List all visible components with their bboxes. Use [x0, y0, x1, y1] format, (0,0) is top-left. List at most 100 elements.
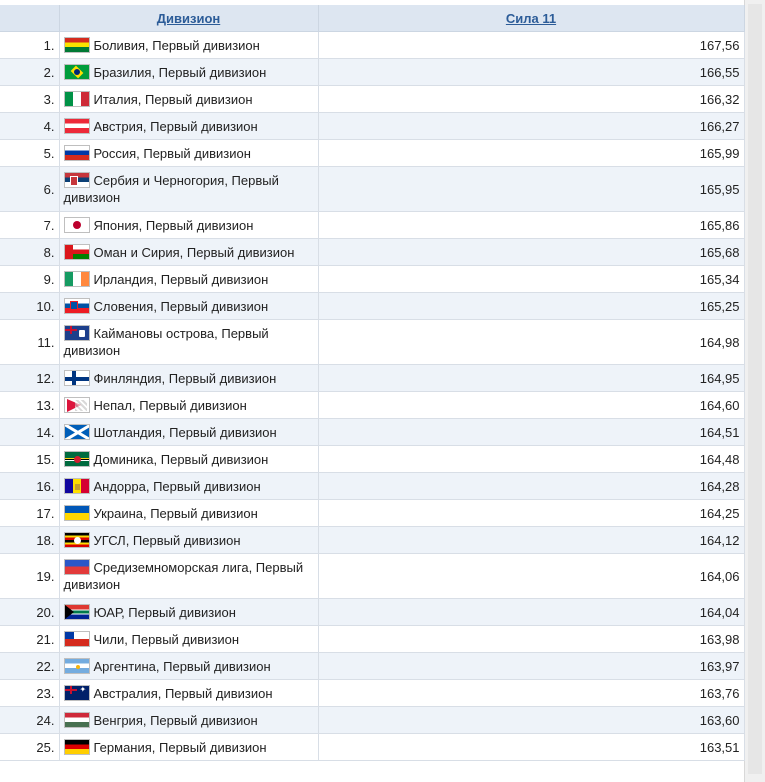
strength-cell: 165,34 — [318, 265, 745, 293]
division-link[interactable]: УГСЛ, Первый дивизион — [94, 533, 241, 548]
division-link[interactable]: Оман и Сирия, Первый дивизион — [94, 245, 295, 260]
division-link[interactable]: Боливия, Первый дивизион — [94, 38, 260, 53]
strength-cell: 164,60 — [318, 391, 745, 419]
division-cell: ЮАР, Первый дивизион — [59, 598, 319, 626]
strength-cell: 163,51 — [318, 733, 745, 761]
division-cell: Каймановы острова, Первый дивизион — [59, 319, 319, 365]
table-row: 24. Венгрия, Первый дивизион 163,60 — [0, 706, 745, 734]
strength-cell: 165,99 — [318, 139, 745, 167]
scrollbar-track[interactable] — [748, 4, 762, 774]
strength-cell: 164,06 — [318, 553, 745, 599]
division-header: Дивизион — [59, 5, 319, 32]
table-row: 12. Финляндия, Первый дивизион 164,95 — [0, 364, 745, 392]
strength-cell: 164,28 — [318, 472, 745, 500]
bolivia-flag-icon — [63, 36, 90, 53]
austria-flag-icon — [63, 117, 90, 134]
table-row: 8. Оман и Сирия, Первый дивизион 165,68 — [0, 238, 745, 266]
strength-cell: 164,98 — [318, 319, 745, 365]
table-row: 16. Андорра, Первый дивизион 164,28 — [0, 472, 745, 500]
cayman-islands-flag-icon — [63, 325, 90, 341]
division-cell: Финляндия, Первый дивизион — [59, 364, 319, 392]
table-row: 23. Австралия, Первый дивизион 163,76 — [0, 679, 745, 707]
rank-cell: 13. — [0, 391, 60, 419]
nepal-flag-icon — [63, 396, 90, 413]
rank-cell: 11. — [0, 319, 60, 365]
division-link[interactable]: Украина, Первый дивизион — [94, 506, 258, 521]
division-cell: Япония, Первый дивизион — [59, 211, 319, 239]
division-link[interactable]: Венгрия, Первый дивизион — [94, 713, 258, 728]
table-row: 7. Япония, Первый дивизион 165,86 — [0, 211, 745, 239]
strength-cell: 164,48 — [318, 445, 745, 473]
division-cell: Шотландия, Первый дивизион — [59, 418, 319, 446]
division-cell: Ирландия, Первый дивизион — [59, 265, 319, 293]
division-cell: Средиземноморская лига, Первый дивизион — [59, 553, 319, 599]
division-link[interactable]: Финляндия, Первый дивизион — [94, 371, 277, 386]
division-link[interactable]: Австралия, Первый дивизион — [94, 686, 273, 701]
division-link[interactable]: Каймановы острова, Первый дивизион — [64, 326, 269, 358]
division-cell: Украина, Первый дивизион — [59, 499, 319, 527]
division-cell: Германия, Первый дивизион — [59, 733, 319, 761]
division-link[interactable]: Доминика, Первый дивизион — [94, 452, 269, 467]
table-row: 2. Бразилия, Первый дивизион 166,55 — [0, 58, 745, 86]
division-cell: Словения, Первый дивизион — [59, 292, 319, 320]
rank-cell: 23. — [0, 679, 60, 707]
division-cell: Оман и Сирия, Первый дивизион — [59, 238, 319, 266]
division-link[interactable]: Словения, Первый дивизион — [94, 299, 269, 314]
rank-cell: 17. — [0, 499, 60, 527]
division-link[interactable]: Ирландия, Первый дивизион — [94, 272, 269, 287]
slovenia-flag-icon — [63, 297, 90, 314]
russia-flag-icon — [63, 144, 90, 161]
table-row: 9. Ирландия, Первый дивизион 165,34 — [0, 265, 745, 293]
rank-cell: 21. — [0, 625, 60, 653]
division-link[interactable]: Средиземноморская лига, Первый дивизион — [64, 560, 304, 592]
strength-cell: 164,95 — [318, 364, 745, 392]
division-link[interactable]: Италия, Первый дивизион — [94, 92, 253, 107]
division-sort-link[interactable]: Дивизион — [157, 11, 220, 26]
division-link[interactable]: Аргентина, Первый дивизион — [94, 659, 271, 674]
division-cell: Австралия, Первый дивизион — [59, 679, 319, 707]
strength-cell: 165,25 — [318, 292, 745, 320]
rank-cell: 24. — [0, 706, 60, 734]
division-link[interactable]: Андорра, Первый дивизион — [94, 479, 261, 494]
division-cell: УГСЛ, Первый дивизион — [59, 526, 319, 554]
table-row: 15. Доминика, Первый дивизион 164,48 — [0, 445, 745, 473]
division-cell: Сербия и Черногория, Первый дивизион — [59, 166, 319, 212]
rank-cell: 9. — [0, 265, 60, 293]
brazil-flag-icon — [63, 63, 90, 80]
table-row: 14. Шотландия, Первый дивизион 164,51 — [0, 418, 745, 446]
rank-cell: 3. — [0, 85, 60, 113]
division-link[interactable]: Непал, Первый дивизион — [94, 398, 247, 413]
strength-cell: 166,32 — [318, 85, 745, 113]
division-link[interactable]: Бразилия, Первый дивизион — [94, 65, 267, 80]
table-row: 20. ЮАР, Первый дивизион 164,04 — [0, 598, 745, 626]
strength-cell: 166,27 — [318, 112, 745, 140]
italy-flag-icon — [63, 90, 90, 107]
rank-header — [0, 5, 60, 32]
division-link[interactable]: Германия, Первый дивизион — [94, 740, 267, 755]
division-cell: Доминика, Первый дивизион — [59, 445, 319, 473]
division-link[interactable]: Австрия, Первый дивизион — [94, 119, 258, 134]
division-cell: Бразилия, Первый дивизион — [59, 58, 319, 86]
rank-cell: 22. — [0, 652, 60, 680]
strength-cell: 163,76 — [318, 679, 745, 707]
rank-cell: 6. — [0, 166, 60, 212]
division-link[interactable]: Шотландия, Первый дивизион — [94, 425, 277, 440]
division-link[interactable]: ЮАР, Первый дивизион — [94, 605, 236, 620]
division-ranking-table: Дивизион Сила 11 1. Боливия, Первый дивиз… — [0, 5, 745, 761]
division-link[interactable]: Япония, Первый дивизион — [94, 218, 254, 233]
table-row: 22. Аргентина, Первый дивизион 163,97 — [0, 652, 745, 680]
table-row: 1. Боливия, Первый дивизион 167,56 — [0, 31, 745, 59]
table-row: 19. Средиземноморская лига, Первый дивизи… — [0, 553, 745, 599]
table-row: 21. Чили, Первый дивизион 163,98 — [0, 625, 745, 653]
division-link[interactable]: Сербия и Черногория, Первый дивизион — [64, 173, 279, 205]
strength-sort-link[interactable]: Сила 11 — [506, 11, 556, 26]
division-link[interactable]: Чили, Первый дивизион — [94, 632, 240, 647]
strength-cell: 163,98 — [318, 625, 745, 653]
japan-flag-icon — [63, 216, 90, 233]
strength-cell: 164,12 — [318, 526, 745, 554]
division-link[interactable]: Россия, Первый дивизион — [94, 146, 251, 161]
serbia-flag-icon — [63, 172, 90, 188]
vertical-scrollbar[interactable] — [744, 0, 765, 782]
rank-cell: 5. — [0, 139, 60, 167]
division-cell: Венгрия, Первый дивизион — [59, 706, 319, 734]
